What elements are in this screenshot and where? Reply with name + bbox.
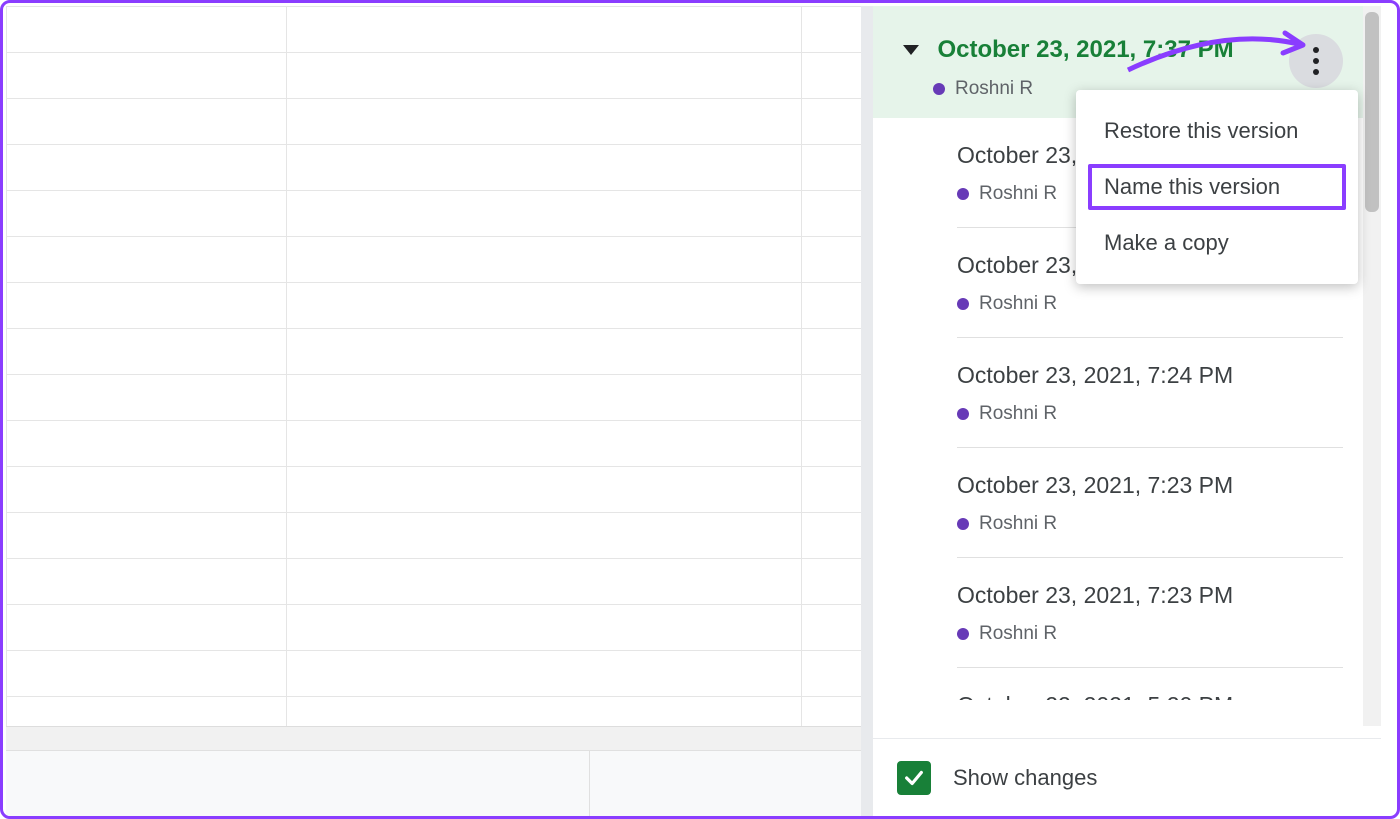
panel-gutter (861, 6, 873, 818)
editor-name: Roshni R (979, 623, 1057, 645)
version-item[interactable]: October 22, 2021, 5:20 PM (957, 668, 1343, 700)
editor-color-dot (957, 628, 969, 640)
version-editor: Roshni R (957, 293, 1343, 315)
more-options-button[interactable] (1289, 34, 1343, 88)
editor-name: Roshni R (979, 403, 1057, 425)
version-current-timestamp: October 23, 2021, 7:37 PM (937, 36, 1233, 63)
version-actions-menu: Restore this version Name this version M… (1076, 90, 1358, 284)
editor-color-dot (957, 518, 969, 530)
version-item[interactable]: October 23, 2021, 7:24 PM Roshni R (957, 338, 1343, 448)
horizontal-scrollbar[interactable] (6, 726, 861, 750)
spreadsheet-grid[interactable] (6, 6, 862, 743)
sheet-tab-bar[interactable] (6, 750, 861, 816)
check-icon (903, 767, 925, 789)
version-timestamp: October 23, 2021, 7:23 PM (957, 582, 1343, 609)
editor-name: Roshni R (955, 78, 1033, 100)
version-editor: Roshni R (957, 513, 1343, 535)
show-changes-label: Show changes (953, 765, 1097, 791)
version-item[interactable]: October 23, 2021, 7:23 PM Roshni R (957, 558, 1343, 668)
editor-color-dot (957, 298, 969, 310)
editor-name: Roshni R (979, 293, 1057, 315)
tab-divider (589, 751, 590, 816)
spreadsheet-area (6, 6, 861, 726)
editor-name: Roshni R (979, 183, 1057, 205)
show-changes-checkbox[interactable] (897, 761, 931, 795)
menu-restore[interactable]: Restore this version (1076, 104, 1358, 158)
caret-down-icon[interactable] (903, 45, 919, 55)
menu-name-version[interactable]: Name this version (1086, 162, 1348, 212)
version-item[interactable]: October 23, 2021, 7:23 PM Roshni R (957, 448, 1343, 558)
version-timestamp: October 23, 2021, 7:24 PM (957, 362, 1343, 389)
show-changes-bar: Show changes (873, 738, 1381, 816)
version-timestamp: October 22, 2021, 5:20 PM (957, 692, 1343, 700)
scrollbar-thumb[interactable] (1365, 12, 1379, 212)
panel-scrollbar[interactable] (1363, 6, 1381, 726)
version-editor: Roshni R (957, 623, 1343, 645)
editor-color-dot (957, 188, 969, 200)
editor-color-dot (933, 83, 945, 95)
version-editor: Roshni R (957, 403, 1343, 425)
app-frame: October 23, 2021, 7:37 PM Roshni R Octob… (0, 0, 1400, 819)
editor-name: Roshni R (979, 513, 1057, 535)
menu-make-copy[interactable]: Make a copy (1076, 216, 1358, 270)
editor-color-dot (957, 408, 969, 420)
version-timestamp: October 23, 2021, 7:23 PM (957, 472, 1343, 499)
more-vertical-icon (1313, 47, 1319, 53)
